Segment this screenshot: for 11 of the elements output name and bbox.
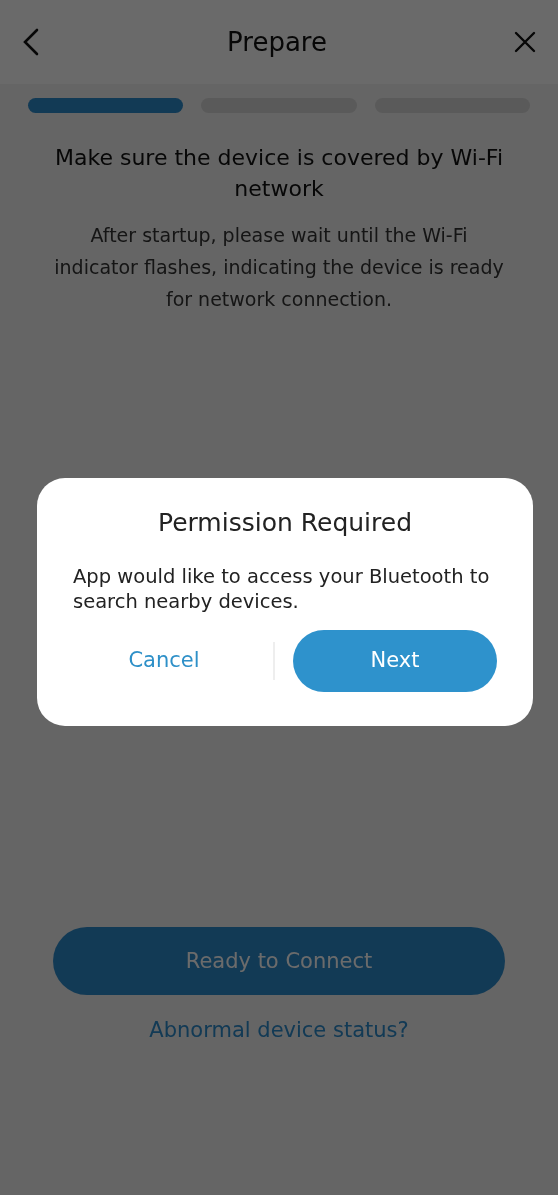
cancel-button[interactable]: Cancel	[73, 645, 255, 677]
next-button[interactable]: Next	[293, 630, 497, 693]
description: After startup, please wait until the Wi-Fi indicator flashes, indicating the device is ready for network connection.	[53, 222, 505, 313]
connect-button[interactable]: Ready to Connect	[53, 927, 505, 996]
close-icon[interactable]	[514, 31, 536, 53]
dialog-message: App would like to access your Bluetooth to search nearby devices.	[73, 563, 491, 615]
dialog-title: Permission Required	[156, 507, 414, 539]
page-title: Prepare	[227, 25, 327, 59]
back-icon[interactable]	[22, 28, 40, 56]
help-link[interactable]: Abnormal device status?	[149, 1015, 409, 1047]
heading: Make sure the device is covered by Wi-Fi network	[54, 144, 504, 203]
